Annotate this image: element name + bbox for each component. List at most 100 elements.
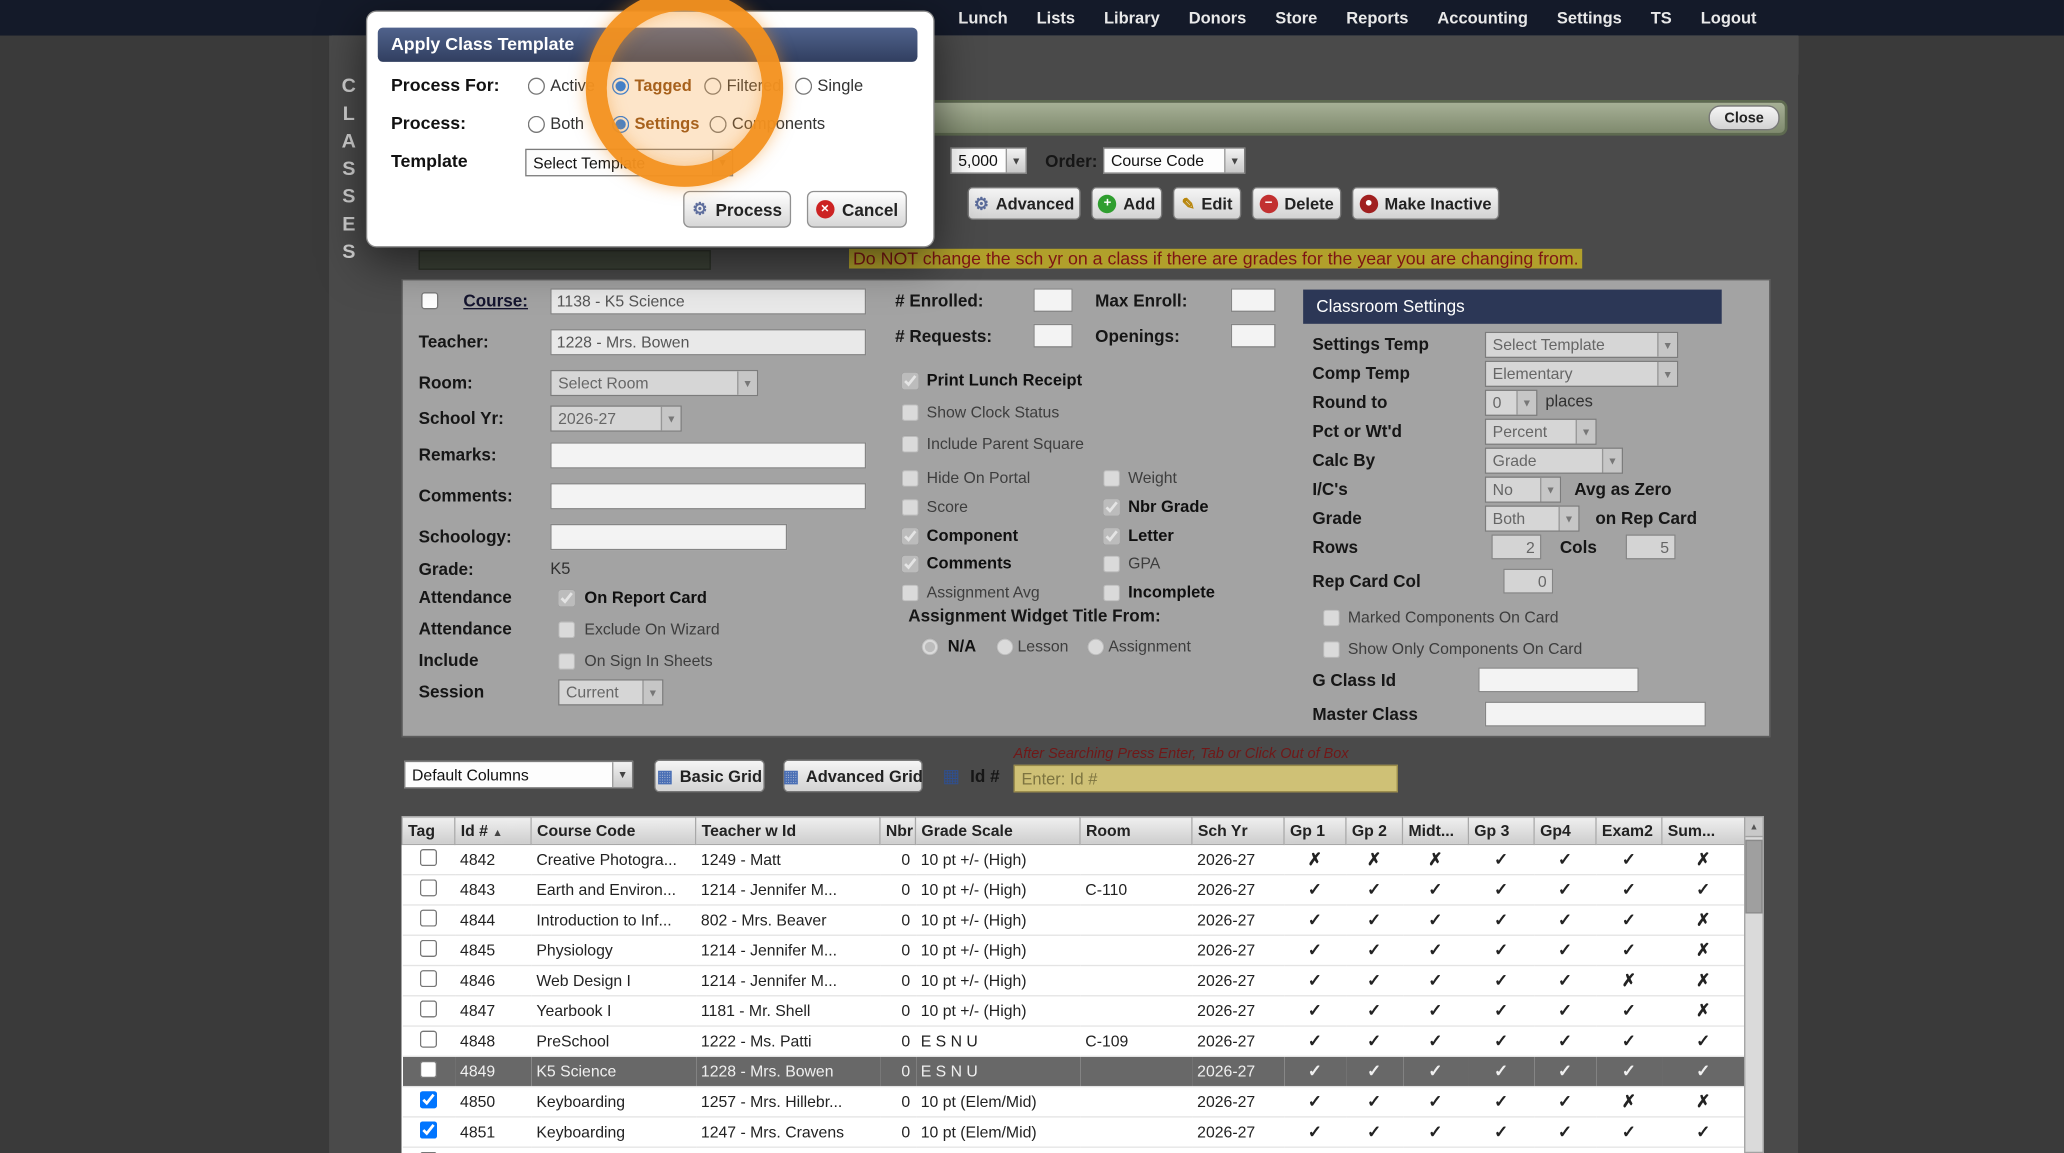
delete-button[interactable]: − Delete [1251,186,1342,220]
status-mark: ✓ [1284,1026,1346,1057]
order-select[interactable]: Course Code ▼ [1103,147,1246,174]
nav-item-lists[interactable]: Lists [1037,9,1075,27]
remarks-input[interactable] [550,442,867,469]
grid-scrollbar[interactable]: ▲ [1744,816,1764,1153]
tag-checkbox[interactable] [419,970,438,988]
obscured-button[interactable] [418,250,711,270]
col-id[interactable]: Id # ▲ [454,816,532,846]
advanced-button[interactable]: ⚙ Advanced [967,186,1081,220]
master-class-input[interactable] [1484,701,1706,727]
status-mark: ✓ [1345,1086,1403,1118]
status-mark: ✓ [1596,1116,1662,1148]
table-row[interactable]: 4847 Yearbook I 1181 - Mr. Shell 0 10 pt +/-… [402,995,1745,1027]
col-schyr[interactable]: Sch Yr [1191,816,1285,846]
advanced-grid-button[interactable]: ▦ Advanced Grid [783,759,923,793]
add-button[interactable]: + Add [1091,186,1163,220]
rep-card-col-label: Rep Card Col [1312,571,1421,592]
tag-checkbox[interactable] [419,1000,438,1018]
g-class-id-input[interactable] [1478,667,1639,693]
assignment-avg-label: Assignment Avg [926,583,1040,602]
comments-input[interactable] [550,483,867,510]
status-mark: ✓ [1468,1086,1535,1118]
process-both-radio[interactable] [527,115,545,133]
process-for-active-radio[interactable] [527,77,545,95]
table-row[interactable]: 4850 Keyboarding 1257 - Mrs. Hillebr... 0 10… [402,1086,1745,1118]
enrolled-input[interactable] [1033,288,1073,312]
col-room[interactable]: Room [1079,816,1193,846]
col-nbr[interactable]: Nbr [879,816,917,846]
nav-item-library[interactable]: Library [1104,9,1160,27]
status-mark: ✓ [1661,874,1745,906]
col-gp1[interactable]: Gp 1 [1283,816,1347,846]
schoology-input[interactable] [550,523,788,551]
nav-item-logout[interactable]: Logout [1701,9,1757,27]
nav-item-ts[interactable]: TS [1651,9,1672,27]
cell-scale: 10 pt +/- (High) [915,874,1081,906]
process-for-single-radio[interactable] [795,77,813,95]
cell-schyr: 2026-27 [1191,1026,1285,1057]
max-enroll-input[interactable] [1230,288,1276,312]
table-row-selected[interactable]: 4849 K5 Science 1228 - Mrs. Bowen 0 E S N U 2… [402,1056,1745,1088]
tag-checkbox[interactable] [419,909,438,927]
tag-checkbox[interactable] [419,1091,438,1109]
cell-course: Introduction to Inf... [531,904,696,936]
tag-checkbox[interactable] [419,939,438,957]
col-tag[interactable]: Tag [401,816,456,846]
nav-item-settings[interactable]: Settings [1557,9,1622,27]
col-gp4[interactable]: Gp4 [1533,816,1597,846]
order-value: Course Code [1110,151,1205,170]
tag-checkbox[interactable] [419,1060,438,1079]
tag-checkbox[interactable] [419,1121,438,1139]
table-row[interactable] [402,1147,1745,1153]
ics-suffix: Avg as Zero [1574,479,1672,499]
table-row[interactable]: 4848 PreSchool 1222 - Ms. Patti 0 E S N U C-1… [402,1026,1745,1057]
requests-input[interactable] [1033,323,1073,348]
table-row[interactable]: 4843 Earth and Environ... 1214 - Jennifer … [402,874,1745,906]
scrollbar-thumb[interactable] [1745,839,1763,914]
col-gp2[interactable]: Gp 2 [1345,816,1404,846]
table-row[interactable]: 4851 Keyboarding 1247 - Mrs. Cravens 0 10 pt… [402,1116,1745,1148]
table-row[interactable]: 4842 Creative Photogra... 1249 - Matt 0 10 p… [402,844,1745,876]
id-search-input[interactable] [1013,764,1398,793]
basic-grid-button[interactable]: ▦ Basic Grid [654,759,765,793]
tag-checkbox[interactable] [419,879,438,897]
nav-item-donors[interactable]: Donors [1189,9,1247,27]
col-scale[interactable]: Grade Scale [914,816,1081,846]
tag-checkbox[interactable] [419,1030,438,1048]
col-gp3[interactable]: Gp 3 [1467,816,1535,846]
cell-nbr: 0 [879,1086,916,1118]
show-clock-status-checkbox [901,404,919,422]
nav-item-reports[interactable]: Reports [1346,9,1408,27]
openings-input[interactable] [1230,323,1276,348]
course-tag-checkbox[interactable] [421,292,439,310]
cell-course: Physiology [531,935,696,967]
cancel-button[interactable]: ✕ Cancel [806,190,907,228]
status-mark: ✓ [1345,1026,1403,1057]
page-size-select[interactable]: 5,000 ▼ [950,147,1027,174]
make-inactive-button[interactable]: ● Make Inactive [1351,186,1500,220]
process-button[interactable]: ⚙ Process [683,190,792,228]
tag-checkbox[interactable] [419,849,438,867]
school-yr-label: School Yr: [418,408,504,428]
table-row[interactable]: 4845 Physiology 1214 - Jennifer M... 0 10 pt… [402,935,1745,967]
status-mark: ✓ [1402,904,1469,936]
col-midterm[interactable]: Midt... [1401,816,1469,846]
course-label[interactable]: Course: [463,291,528,311]
col-course[interactable]: Course Code [530,816,697,846]
classes-side-tab[interactable]: C L A S S E S [337,76,361,263]
col-teacher[interactable]: Teacher w Id [695,816,881,846]
nav-item-accounting[interactable]: Accounting [1437,9,1527,27]
close-button[interactable]: Close [1708,105,1780,131]
columns-select[interactable]: Default Columns ▼ [404,760,634,789]
scroll-up-icon[interactable]: ▲ [1745,817,1763,838]
nav-item-store[interactable]: Store [1275,9,1317,27]
table-row[interactable]: 4844 Introduction to Inf... 802 - Mrs. Bea… [402,904,1745,936]
classroom-settings-header: Classroom Settings [1303,289,1722,324]
col-sum[interactable]: Sum... [1661,816,1745,846]
table-row[interactable]: 4846 Web Design I 1214 - Jennifer M... 0 10 … [402,965,1745,997]
edit-button[interactable]: ✎ Edit [1172,186,1242,220]
process-both-label[interactable]: Both [550,115,584,133]
nav-item-lunch[interactable]: Lunch [958,9,1007,27]
process-for-single-label[interactable]: Single [817,76,863,94]
col-exam2[interactable]: Exam2 [1595,816,1663,846]
